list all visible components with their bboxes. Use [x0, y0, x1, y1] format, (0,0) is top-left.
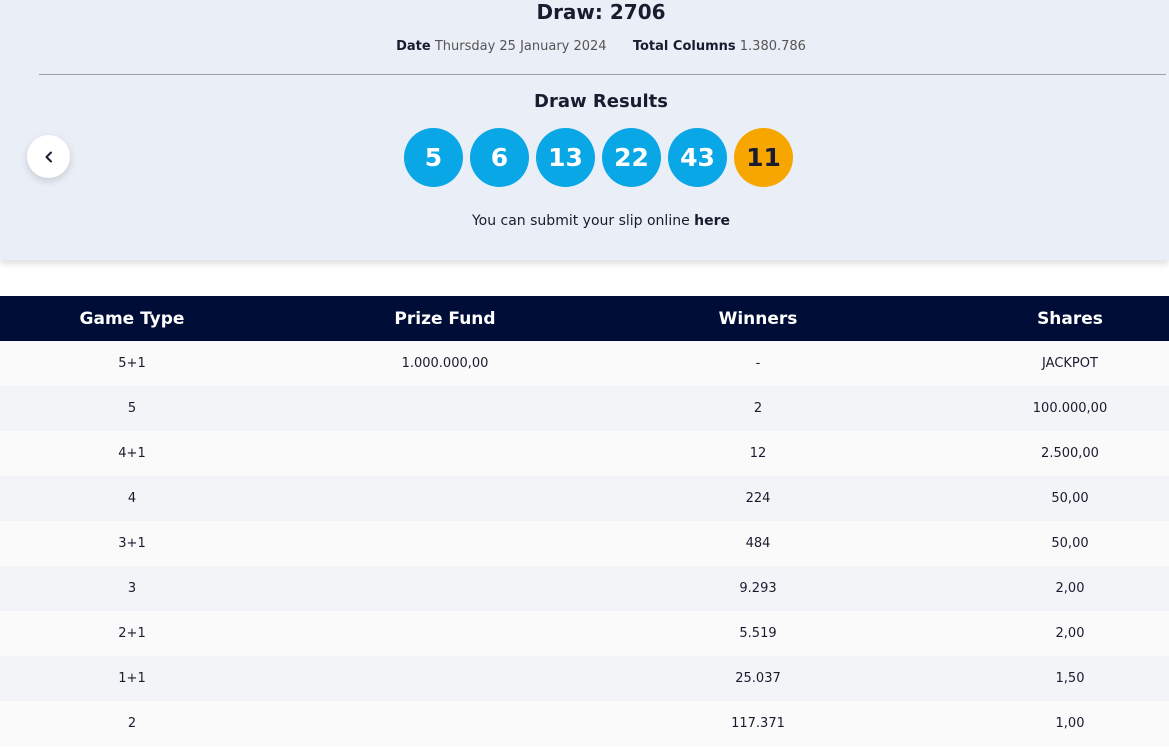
cell-game-type: 4	[127, 491, 137, 506]
column-header-prize-fund: Prize Fund	[394, 308, 496, 329]
number-ball: 13	[536, 128, 595, 187]
chevron-left-icon	[45, 151, 52, 162]
draw-meta: Date Thursday 25 January 2024 Total Colu…	[0, 37, 1169, 57]
submit-slip-text: You can submit your slip online here	[0, 211, 1169, 231]
cell-winners: 2	[753, 401, 763, 416]
number-ball: 22	[602, 128, 661, 187]
cell-game-type: 2	[127, 716, 137, 731]
cell-game-type: 5	[127, 401, 137, 416]
date-label: Date	[396, 39, 431, 54]
cell-shares: 2.500,00	[1041, 446, 1099, 461]
table-header: Game Type Prize Fund Winners Shares	[0, 296, 1169, 341]
divider	[39, 74, 1166, 75]
draw-results-title: Draw Results	[534, 91, 668, 112]
total-columns-label: Total Columns	[632, 39, 736, 54]
table-row: 1+1 25.037 1,50	[0, 656, 1169, 701]
cell-winners: 9.293	[739, 581, 777, 596]
number-ball: 43	[668, 128, 727, 187]
cell-game-type: 3+1	[118, 536, 146, 551]
cell-winners: -	[755, 356, 761, 371]
cell-shares: 1,50	[1055, 671, 1085, 686]
table-row: 5 2 100.000,00	[0, 386, 1169, 431]
draw-info-panel: Draw: 2706 Date Thursday 25 January 2024…	[0, 0, 1169, 260]
column-header-winners: Winners	[718, 308, 798, 329]
cell-winners: 117.371	[731, 716, 785, 731]
cell-game-type: 2+1	[118, 626, 146, 641]
cell-winners: 484	[745, 536, 771, 551]
cell-shares: 2,00	[1055, 626, 1085, 641]
cell-shares: 50,00	[1051, 491, 1089, 506]
column-header-game-type: Game Type	[79, 308, 185, 329]
cell-winners: 25.037	[735, 671, 781, 686]
cell-prize-fund: 1.000.000,00	[401, 356, 489, 371]
cell-shares: 1,00	[1055, 716, 1085, 731]
draw-title: Draw: 2706	[536, 0, 666, 24]
number-ball: 5	[404, 128, 463, 187]
cell-winners: 5.519	[739, 626, 777, 641]
cell-shares: 100.000,00	[1032, 401, 1108, 416]
table-row: 5+1 1.000.000,00 - JACKPOT	[0, 341, 1169, 386]
submit-slip-message: You can submit your slip online	[471, 213, 690, 229]
number-ball: 6	[470, 128, 529, 187]
cell-shares: JACKPOT	[1042, 356, 1098, 371]
table-row: 2+1 5.519 2,00	[0, 611, 1169, 656]
table-row: 3+1 484 50,00	[0, 521, 1169, 566]
total-columns-value: 1.380.786	[739, 39, 806, 54]
cell-game-type: 4+1	[118, 446, 146, 461]
cell-shares: 2,00	[1055, 581, 1085, 596]
table-body: 5+1 1.000.000,00 - JACKPOT 5 2 100.000,00 4+1 12…	[0, 341, 1169, 746]
date-value: Thursday 25 January 2024	[434, 39, 607, 54]
cell-winners: 12	[749, 446, 767, 461]
cell-game-type: 3	[127, 581, 137, 596]
submit-slip-link[interactable]: here	[694, 213, 730, 229]
prize-table: Game Type Prize Fund Winners Shares 5+1 1…	[0, 296, 1169, 746]
cell-game-type: 5+1	[118, 356, 146, 371]
cell-winners: 224	[745, 491, 771, 506]
table-row: 4 224 50,00	[0, 476, 1169, 521]
bonus-number-ball: 11	[734, 128, 793, 187]
cell-shares: 50,00	[1051, 536, 1089, 551]
previous-draw-button[interactable]	[27, 135, 70, 178]
table-row: 4+1 12 2.500,00	[0, 431, 1169, 476]
column-header-shares: Shares	[1037, 308, 1103, 329]
cell-game-type: 1+1	[118, 671, 146, 686]
table-row: 3 9.293 2,00	[0, 566, 1169, 611]
table-row: 2 117.371 1,00	[0, 701, 1169, 746]
winning-numbers: 5 6 13 22 43 11	[404, 128, 793, 187]
